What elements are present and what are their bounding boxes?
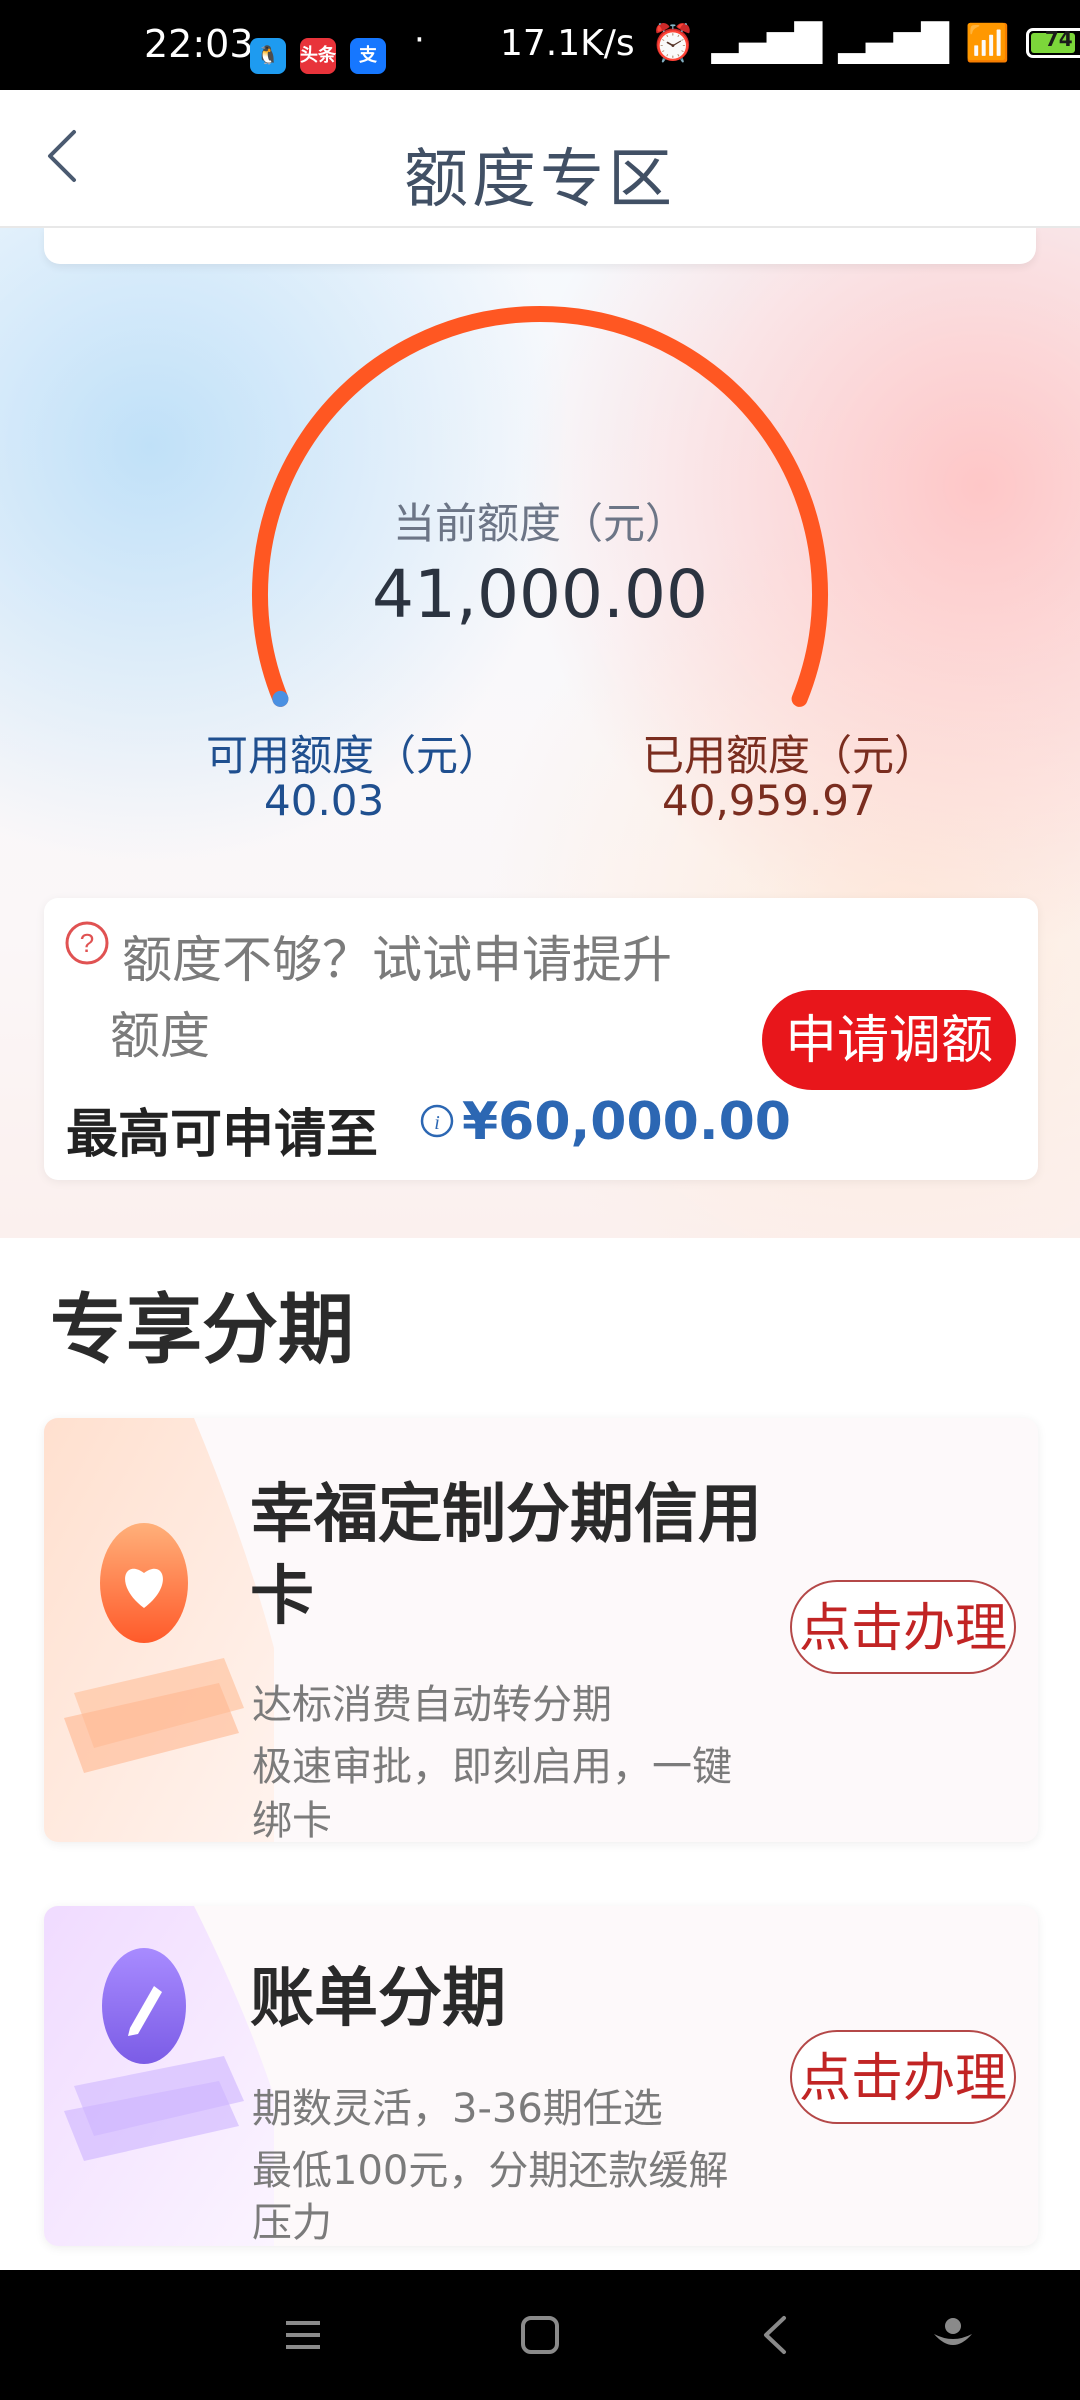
signal-icon: ▂▄▆█ xyxy=(711,22,823,64)
raise-limit-card: ? 额度不够？试试申请提升 额度 最高可申请至 i ¥60,000.00 申请调… xyxy=(44,898,1038,1180)
svg-text:?: ? xyxy=(80,928,94,958)
alipay-icon: 支 xyxy=(350,38,386,74)
available-limit-value: 40.03 xyxy=(264,776,385,825)
heart-card-icon xyxy=(44,1418,274,1842)
apply-raise-button[interactable]: 申请调额 xyxy=(762,990,1016,1090)
status-time: 22:03 xyxy=(144,22,254,66)
product-desc-line2: 极速审批，即刻启用，一键 xyxy=(252,1744,732,1790)
raise-prompt-line2: 额度 xyxy=(110,1007,210,1065)
gauge-available-marker xyxy=(272,690,289,707)
status-app-icons: 🐧 头条 支 xyxy=(250,38,386,74)
status-bar: 22:03 🐧 头条 支 · 17.1K/s ⏰ ▂▄▆█ ▂▄▆█ 📶 74 … xyxy=(0,0,1080,90)
back-icon[interactable] xyxy=(752,2310,802,2360)
home-icon[interactable] xyxy=(515,2310,565,2360)
current-limit-value: 41,000.00 xyxy=(372,556,708,633)
wifi-icon: 📶 xyxy=(964,23,1010,64)
max-limit-amount: ¥60,000.00 xyxy=(462,1092,791,1152)
used-limit-value: 40,959.97 xyxy=(662,776,876,825)
toutiao-icon: 头条 xyxy=(300,38,336,74)
used-limit-label: 已用额度（元） xyxy=(642,731,937,780)
product-desc-line3: 绑卡 xyxy=(252,1798,332,1842)
product-desc-line1: 达标消费自动转分期 xyxy=(252,1682,612,1728)
battery-level: 74 xyxy=(1044,27,1073,51)
product-title: 账单分期 xyxy=(250,1962,506,2036)
network-speed: 17.1K/s xyxy=(500,22,635,64)
status-dot: · xyxy=(414,20,425,60)
credit-hero: 当前额度（元） 41,000.00 可用额度（元） 40.03 已用额度（元） … xyxy=(0,226,1080,1238)
status-right: 17.1K/s ⏰ ▂▄▆█ ▂▄▆█ 📶 74 ⚡ xyxy=(500,22,1080,64)
signal-icon-2: ▂▄▆█ xyxy=(838,22,949,64)
product-card-custom-installment[interactable]: 幸福定制分期信用 卡 达标消费自动转分期 极速审批，即刻启用，一键 绑卡 点击办… xyxy=(44,1418,1038,1842)
qq-icon: 🐧 xyxy=(250,38,286,74)
battery-icon: 74 xyxy=(1025,27,1080,58)
product-card-bill-installment[interactable]: 账单分期 期数灵活，3-36期任选 最低100元，分期还款缓解 压力 点击办理 xyxy=(44,1906,1038,2246)
max-limit-label: 最高可申请至 xyxy=(66,1105,379,1165)
raise-prompt-line1: 额度不够？试试申请提升 xyxy=(122,931,672,989)
question-icon: ? xyxy=(65,921,109,965)
current-limit-label: 当前额度（元） xyxy=(392,499,687,548)
svg-text:i: i xyxy=(434,1112,440,1134)
apply-custom-installment-button[interactable]: 点击办理 xyxy=(790,1580,1016,1674)
apply-bill-installment-button[interactable]: 点击办理 xyxy=(790,2030,1016,2124)
system-nav-bar xyxy=(0,2270,1080,2400)
product-title-line2: 卡 xyxy=(250,1560,314,1634)
product-desc-line1: 期数灵活，3-36期任选 xyxy=(252,2086,663,2132)
menu-icon[interactable] xyxy=(278,2310,328,2360)
pen-bill-icon xyxy=(44,1906,274,2246)
info-icon[interactable]: i xyxy=(420,1104,454,1138)
product-title-line1: 幸福定制分期信用 xyxy=(250,1478,762,1552)
alarm-icon: ⏰ xyxy=(650,23,696,64)
available-limit-label: 可用额度（元） xyxy=(206,731,501,780)
app-header: 额度专区 xyxy=(0,90,1080,228)
product-desc-line3: 压力 xyxy=(252,2200,332,2246)
page-title: 额度专区 xyxy=(404,143,676,217)
section-title: 专享分期 xyxy=(50,1285,354,1374)
credit-gauge xyxy=(252,306,828,707)
assistant-icon[interactable] xyxy=(928,2310,978,2360)
